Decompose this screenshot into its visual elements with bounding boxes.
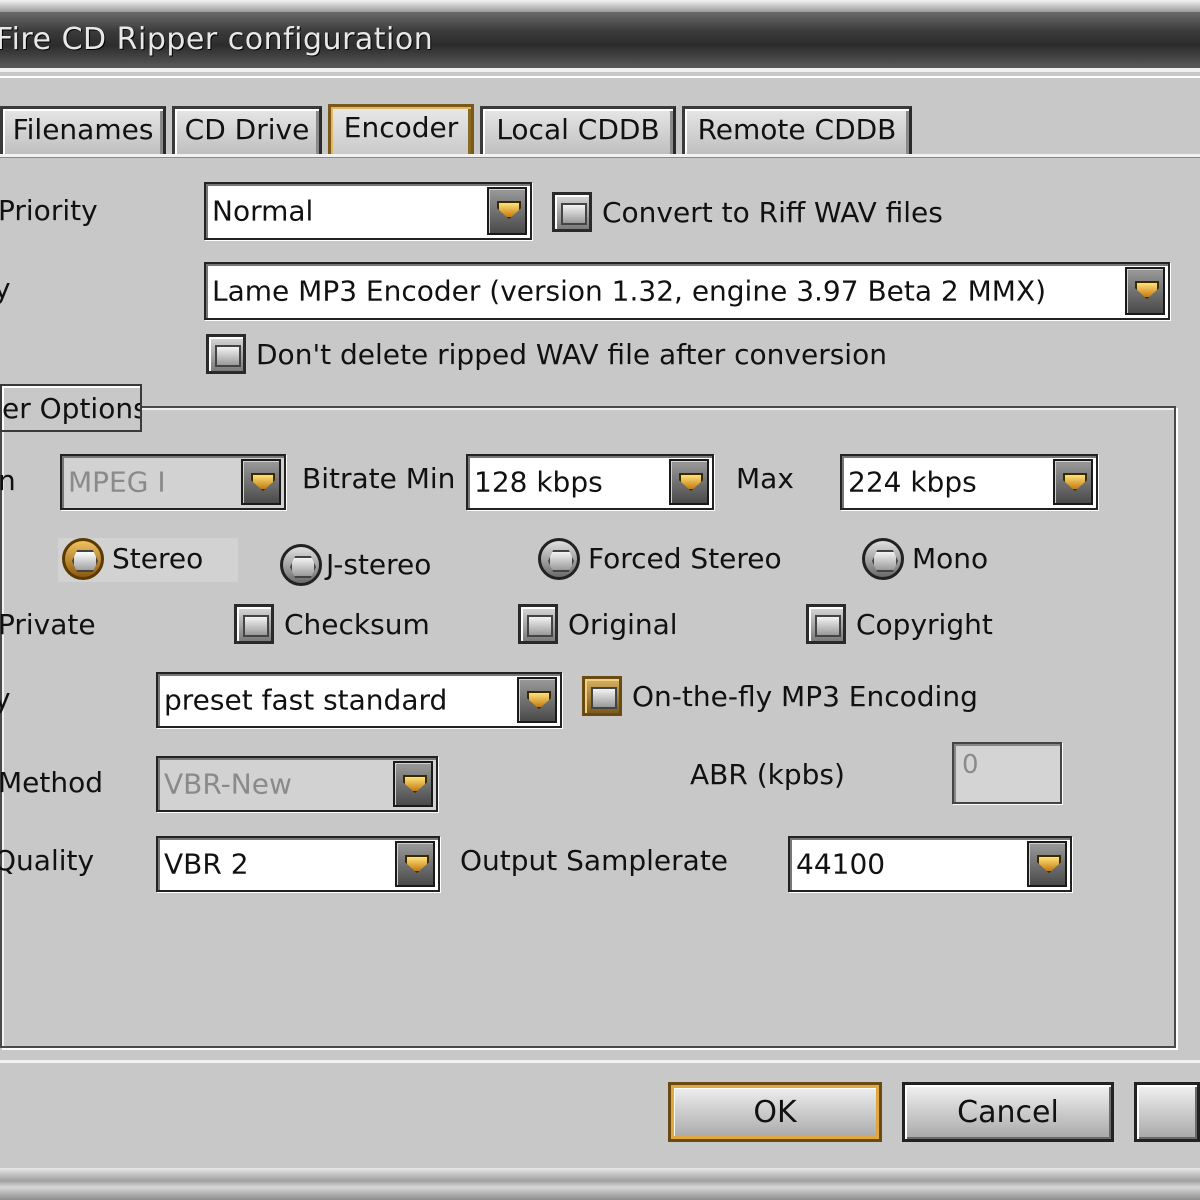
private-label: Private <box>0 608 96 641</box>
method-select[interactable]: VBR-New <box>156 756 438 812</box>
onthefly-checkbox[interactable] <box>582 676 622 716</box>
convert-riff-checkbox[interactable] <box>552 192 592 232</box>
preset-select[interactable]: preset fast standard <box>156 672 562 728</box>
encoder-dropdown-arrow-icon[interactable] <box>1125 267 1165 315</box>
method-label: Method <box>0 766 104 799</box>
copyright-checkbox[interactable] <box>806 604 846 644</box>
dont-delete-label: Don't delete ripped WAV file after conve… <box>256 338 887 371</box>
tab-encoder[interactable]: Encoder <box>328 104 474 158</box>
copyright-label: Copyright <box>856 608 993 641</box>
onthefly-label: On-the-fly MP3 Encoding <box>632 680 978 713</box>
forced-stereo-radio[interactable] <box>538 538 580 580</box>
jstereo-label: J-stereo <box>326 548 432 581</box>
encoder-select[interactable]: Lame MP3 Encoder (version 1.32, engine 3… <box>204 262 1170 320</box>
bitrate-min-select[interactable]: 128 kbps <box>466 454 714 510</box>
quality-value: VBR 2 <box>164 847 249 881</box>
stereo-radio[interactable] <box>62 538 104 580</box>
tab-local-cddb[interactable]: Local CDDB <box>480 106 676 158</box>
samplerate-value: 44100 <box>796 847 886 881</box>
bitrate-max-dropdown-arrow-icon[interactable] <box>1053 459 1093 505</box>
version-dropdown-arrow-icon[interactable] <box>241 459 281 505</box>
button-row-separator <box>0 1060 1200 1063</box>
group-title: er Options <box>0 384 142 432</box>
checksum-label: Checksum <box>284 608 430 641</box>
preset-label: y <box>0 682 11 715</box>
window-title: Fire CD Ripper configuration <box>0 22 434 57</box>
mono-label: Mono <box>912 542 989 575</box>
tab-filenames[interactable]: Filenames <box>0 106 166 158</box>
samplerate-label: Output Samplerate <box>460 844 729 877</box>
bitrate-min-value: 128 kbps <box>474 465 603 499</box>
abr-value: 0 <box>962 750 979 780</box>
priority-label: Priority <box>0 194 98 227</box>
bitrate-max-select[interactable]: 224 kbps <box>840 454 1098 510</box>
bitrate-min-dropdown-arrow-icon[interactable] <box>669 459 709 505</box>
forced-stereo-label: Forced Stereo <box>588 542 782 575</box>
quality-label: Quality <box>0 844 95 877</box>
priority-select[interactable]: Normal <box>204 182 532 240</box>
version-value: MPEG I <box>68 465 166 499</box>
quality-select[interactable]: VBR 2 <box>156 836 440 892</box>
version-select[interactable]: MPEG I <box>60 454 286 510</box>
bitrate-max-label: Max <box>736 462 794 495</box>
samplerate-select[interactable]: 44100 <box>788 836 1072 892</box>
mono-radio[interactable] <box>862 538 904 580</box>
encoder-value: Lame MP3 Encoder (version 1.32, engine 3… <box>212 274 1047 308</box>
quality-dropdown-arrow-icon[interactable] <box>395 841 435 887</box>
version-label: n <box>0 464 16 497</box>
tab-cd-drive[interactable]: CD Drive <box>172 106 322 158</box>
convert-riff-label: Convert to Riff WAV files <box>602 196 943 229</box>
ok-button[interactable]: OK <box>668 1082 882 1142</box>
encoder-label: y <box>0 272 11 305</box>
priority-value: Normal <box>212 194 314 228</box>
bitrate-max-value: 224 kbps <box>848 465 977 499</box>
original-label: Original <box>568 608 678 641</box>
stereo-label: Stereo <box>112 542 204 575</box>
window-bottom-border <box>0 1168 1200 1200</box>
abr-input[interactable]: 0 <box>952 742 1062 804</box>
preset-value: preset fast standard <box>164 683 448 717</box>
checksum-checkbox[interactable] <box>234 604 274 644</box>
method-dropdown-arrow-icon[interactable] <box>393 761 433 807</box>
third-button[interactable] <box>1134 1082 1200 1142</box>
preset-dropdown-arrow-icon[interactable] <box>517 677 557 723</box>
jstereo-radio[interactable] <box>280 544 322 586</box>
cancel-button[interactable]: Cancel <box>902 1082 1114 1142</box>
method-value: VBR-New <box>164 767 292 801</box>
tab-panel-edge <box>0 154 1200 158</box>
original-checkbox[interactable] <box>518 604 558 644</box>
priority-dropdown-arrow-icon[interactable] <box>487 187 527 235</box>
samplerate-dropdown-arrow-icon[interactable] <box>1027 841 1067 887</box>
tab-remote-cddb[interactable]: Remote CDDB <box>682 106 912 158</box>
bitrate-min-label: Bitrate Min <box>302 462 456 495</box>
dont-delete-checkbox[interactable] <box>206 334 246 374</box>
abr-label: ABR (kpbs) <box>690 758 845 791</box>
window-top-border <box>0 0 1200 12</box>
